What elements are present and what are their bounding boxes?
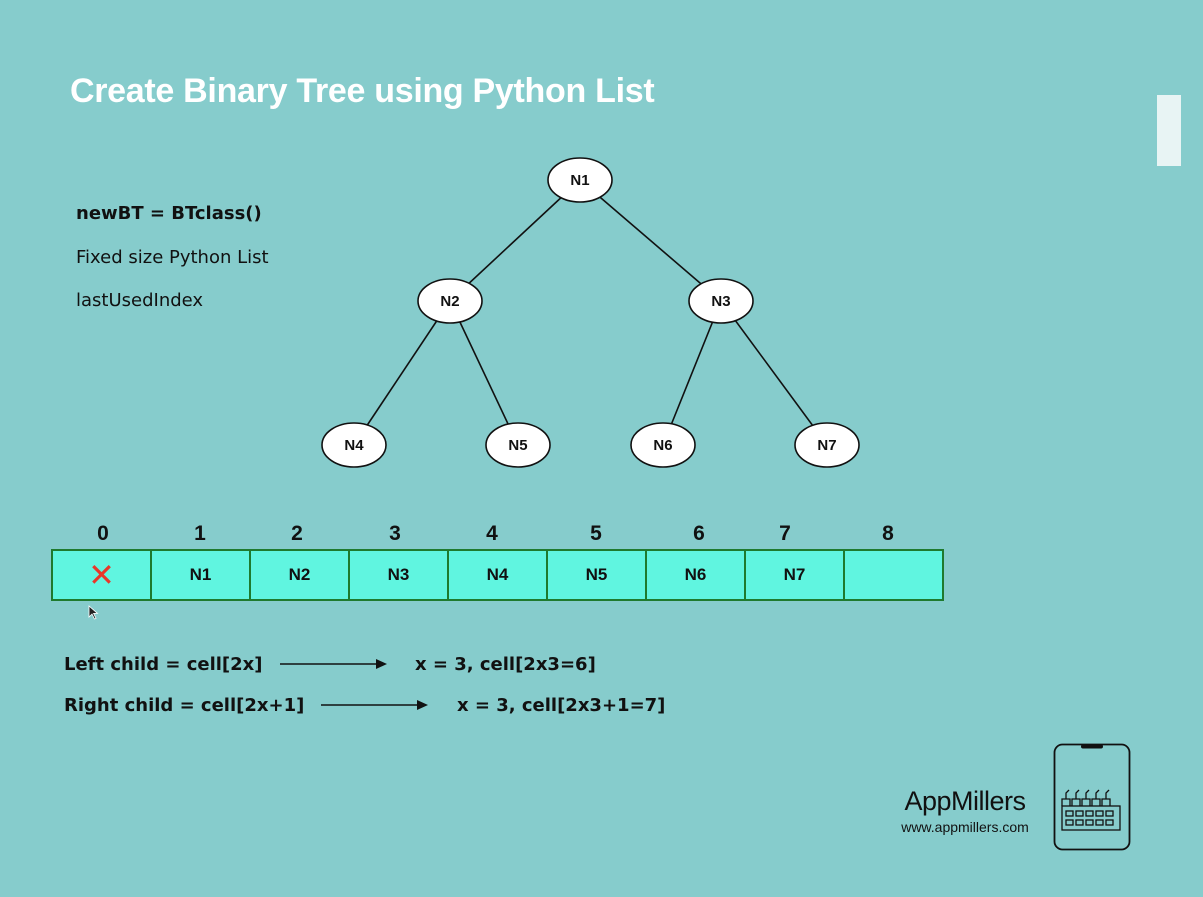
index-label-0: 0 — [97, 522, 109, 545]
right-child-example: x = 3, cell[2x3+1=7] — [457, 695, 666, 716]
index-label-8: 8 — [882, 522, 894, 545]
brand-block: AppMillers www.appmillers.com — [880, 786, 1050, 835]
index-label-6: 6 — [693, 522, 705, 545]
list-cell-8 — [843, 551, 942, 599]
appmillers-logo-icon — [1053, 743, 1131, 851]
list-cell-2: N2 — [249, 551, 348, 599]
tree-node-label: N1 — [570, 172, 589, 189]
list-cell-4: N4 — [447, 551, 546, 599]
list-cell-7: N7 — [744, 551, 843, 599]
tree-node-n2: N2 — [417, 278, 483, 324]
tree-node-n6: N6 — [630, 422, 696, 468]
python-list-cells: ✕ N1 N2 N3 N4 N5 N6 N7 — [51, 549, 944, 601]
list-cell-0: ✕ — [53, 551, 150, 599]
right-arrow-icon — [321, 700, 428, 710]
tree-node-label: N4 — [344, 437, 364, 454]
tree-node-label: N3 — [711, 293, 730, 310]
index-label-5: 5 — [590, 522, 602, 545]
index-label-3: 3 — [389, 522, 401, 545]
tree-node-n1: N1 — [547, 157, 613, 203]
tree-node-n7: N7 — [794, 422, 860, 468]
right-child-formula: Right child = cell[2x+1] — [64, 695, 305, 716]
binary-tree-diagram: N1 N2 N3 N4 N5 N6 N7 — [321, 157, 860, 468]
brand-name: AppMillers — [904, 786, 1026, 816]
tree-edge-n2-n4 — [353, 300, 451, 446]
mouse-cursor-icon — [88, 605, 99, 620]
brand-url: www.appmillers.com — [901, 819, 1029, 835]
left-child-formula: Left child = cell[2x] — [64, 654, 263, 675]
tree-edge-n3-n7 — [720, 300, 828, 446]
tree-nodes: N1 N2 N3 N4 N5 N6 N7 — [321, 157, 860, 468]
index-label-2: 2 — [291, 522, 303, 545]
tree-edge-n1-n3 — [579, 179, 722, 302]
index-label-1: 1 — [194, 522, 206, 545]
list-cell-5: N5 — [546, 551, 645, 599]
unused-cell-x-icon: ✕ — [88, 556, 115, 594]
tree-node-label: N5 — [508, 437, 527, 454]
list-cell-1: N1 — [150, 551, 249, 599]
tree-node-label: N7 — [817, 437, 836, 454]
left-child-example: x = 3, cell[2x3=6] — [415, 654, 596, 675]
list-cell-6: N6 — [645, 551, 744, 599]
tree-node-label: N2 — [440, 293, 459, 310]
index-label-4: 4 — [486, 522, 498, 545]
tree-node-n4: N4 — [321, 422, 387, 468]
index-label-7: 7 — [779, 522, 791, 545]
list-cell-3: N3 — [348, 551, 447, 599]
tree-node-n3: N3 — [688, 278, 754, 324]
tree-node-n5: N5 — [485, 422, 551, 468]
left-arrow-icon — [280, 659, 387, 669]
tree-node-label: N6 — [653, 437, 672, 454]
